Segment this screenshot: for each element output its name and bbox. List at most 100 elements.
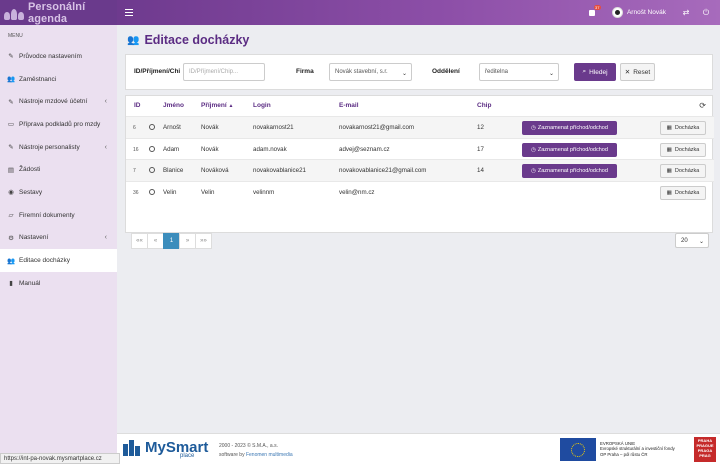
switch-user-icon[interactable]: ⇄ [680,8,692,17]
record-arrival-button[interactable]: ◷ Zaznamenat příchod/odchod [522,142,617,157]
cell-chip: 14 [477,167,484,174]
column-header-prijmeni-label: Příjmení [201,102,227,109]
footer: MySmart place 2000 - 2023 © S.M.A., a.s.… [117,433,720,464]
sidebar-item-label: Sestavy [19,188,43,196]
cell-id: 36 [133,189,139,196]
mysmartplace-mark-icon [123,438,141,456]
menu-label: MENU [8,33,23,39]
id-filter-label: ID/Příjmení/Chi [134,68,181,75]
eye-icon: ◉ [8,189,14,197]
wrench-icon: ✎ [8,98,14,106]
reset-button[interactable]: ✕ Reset [620,63,655,81]
row-radio[interactable] [149,124,155,130]
main-content: 👥 Editace docházky ID/Příjmení/Chi ID/Př… [117,25,720,433]
row-radio[interactable] [149,188,155,195]
oddeleni-select[interactable]: ředitelna ⌄ [479,63,559,81]
cell-login: novakarnost21 [253,124,294,131]
copyright-text: 2000 - 2023 © S.M.A., a.s. [219,443,278,449]
sidebar-item-label: Nástroje personalisty [19,143,80,151]
cell-email: advej@seznam.cz [339,145,390,153]
column-header-jmeno[interactable]: Jméno [163,102,184,109]
record-button-label: Zaznamenat příchod/odchod [537,146,608,153]
brand-sub: place [180,453,195,459]
software-by-text: software by [219,452,245,458]
per-page-value: 20 [681,237,688,244]
page-first-button[interactable]: «« [131,233,148,249]
column-header-chip[interactable]: Chip [477,102,491,109]
refresh-icon[interactable]: ⟳ [699,101,706,110]
table-row: 6 Arnošt Novák novakarnost21 novakarnost… [126,116,714,138]
sidebar-item-zamestnanci[interactable]: 👥 Zaměstnanci [0,68,117,91]
sidebar-item-editace-dochazky[interactable]: 👥 Editace docházky [0,249,117,272]
column-header-email[interactable]: E-mail [339,102,359,109]
notifications-icon[interactable]: 37 [588,4,601,17]
top-navigation: 37 Arnošt Novák ⇄ ⏻ [117,0,720,25]
cell-email: novakarnost21@gmail.com [339,124,415,131]
firma-label: Firma [296,68,314,75]
sidebar-item-manual[interactable]: ▮ Manuál [0,272,117,295]
sidebar-item-nastroje-mzdove[interactable]: ✎ Nástroje mzdové účetní ‹ [0,90,117,113]
column-header-login[interactable]: Login [253,102,271,109]
user-avatar[interactable] [611,7,623,18]
close-icon: ✕ [624,69,631,76]
row-radio[interactable] [149,145,155,152]
sidebar-item-label: Žádosti [19,166,41,174]
attendance-button[interactable]: ▦ Docházka [660,185,706,200]
page-current-button[interactable]: 1 [163,233,180,249]
sidebar-item-pruvodce[interactable]: ✎ Průvodce nastavením [0,45,117,68]
clock-icon: ◷ [531,146,536,153]
user-name[interactable]: Arnošt Novák [627,9,666,16]
software-by-link[interactable]: Fenomen multimedia [246,452,293,458]
attendance-button-label: Docházka [674,168,700,174]
sidebar-item-nastroje-personalisty[interactable]: ✎ Nástroje personalisty ‹ [0,136,117,159]
logout-icon[interactable]: ⏻ [700,8,712,18]
sidebar-item-zadosti[interactable]: ▤ Žádosti [0,158,117,181]
sidebar-item-label: Průvodce nastavením [19,52,82,60]
folder-icon: ▱ [8,212,14,220]
mysmartplace-logo: MySmart [123,438,208,456]
menu-toggle-icon[interactable] [125,9,133,16]
cell-login: adam.novak [253,145,287,153]
search-button[interactable]: ⌕ Hledej [574,63,616,81]
table-row: 36 Velin Velin velinnm velin@nm.cz ▦ Doc… [126,180,714,203]
chevron-down-icon: ⌄ [548,71,554,77]
calendar-icon: ▦ [666,146,672,153]
employee-table: ID Jméno Příjmení ▲ Login E-mail Chip ⟳ … [125,95,714,249]
cell-login: velinnm [253,188,275,196]
app-brand[interactable]: Personální agenda [0,0,117,25]
firma-select[interactable]: Novák stavební, s.r. ⌄ [329,63,412,81]
cell-chip: 17 [477,145,484,153]
users-logo-icon [4,6,24,20]
attendance-button[interactable]: ▦ Docházka [660,121,706,135]
attendance-button[interactable]: ▦ Docházka [660,142,706,157]
chevron-left-icon: ‹ [104,98,107,106]
page-last-button[interactable]: »» [195,233,212,249]
id-search-input[interactable]: ID/Příjmení/Chip... [183,63,265,81]
row-radio[interactable] [149,167,155,173]
page-prev-button[interactable]: « [147,233,164,249]
sidebar-item-priprava[interactable]: ▭ Příprava podkladů pro mzdy [0,113,117,136]
sidebar-item-label: Firemní dokumenty [19,211,75,219]
column-header-prijmeni[interactable]: Příjmení ▲ [201,102,233,109]
attendance-button[interactable]: ▦ Docházka [660,164,706,178]
sidebar-item-nastaveni[interactable]: ⚙ Nastavení ‹ [0,227,117,250]
sidebar-item-label: Manuál [19,279,41,287]
sidebar-item-sestavy[interactable]: ◉ Sestavy [0,181,117,204]
attendance-button-label: Docházka [674,189,700,196]
eu-line-3: OP Praha – pól růstu ČR [600,451,648,457]
search-button-label: Hledej [589,68,608,76]
cell-email: novakovablanice21@gmail.com [339,167,427,174]
card-icon: ▭ [7,121,15,129]
clock-icon: ◷ [531,168,536,174]
record-arrival-button[interactable]: ◷ Zaznamenat příchod/odchod [522,121,617,135]
sidebar-item-label: Nastavení [19,234,49,242]
sidebar-item-firemni-dokumenty[interactable]: ▱ Firemní dokumenty [0,204,117,227]
chevron-down-icon: ⌄ [698,239,704,245]
cell-email: velin@nm.cz [339,188,375,196]
cell-jmeno: Adam [163,145,180,153]
page-next-button[interactable]: » [179,233,196,249]
record-arrival-button[interactable]: ◷ Zaznamenat příchod/odchod [522,164,617,178]
column-header-id[interactable]: ID [134,102,141,109]
per-page-select[interactable]: 20 ⌄ [675,233,709,248]
book-icon: ▮ [9,280,13,288]
